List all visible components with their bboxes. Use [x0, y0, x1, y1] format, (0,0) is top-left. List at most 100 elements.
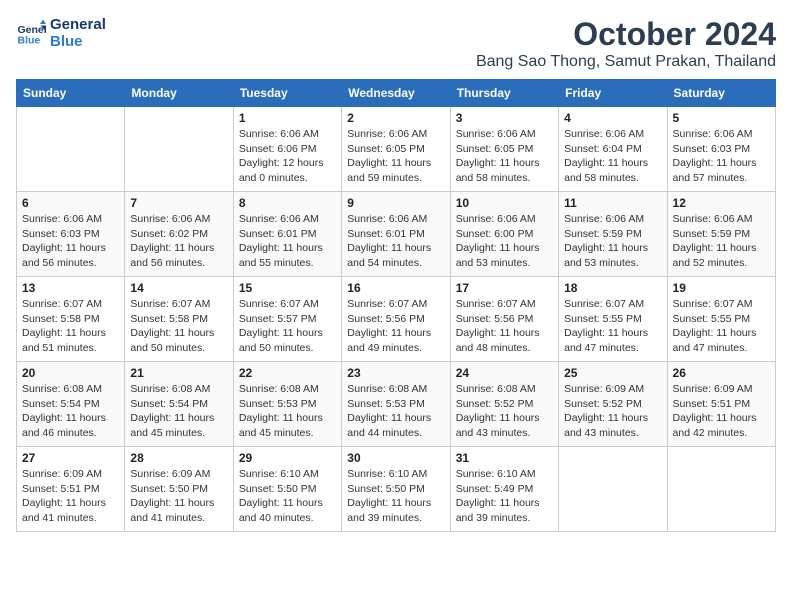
day-cell: 11Sunrise: 6:06 AM Sunset: 5:59 PM Dayli… — [559, 192, 667, 277]
day-cell: 14 Sunrise: 6:07 AM Sunset: 5:58 PM Dayli… — [125, 277, 233, 362]
day-info: Sunrise: 6:06 AM Sunset: 6:00 PM Dayligh… — [456, 212, 553, 271]
day-number: 7 — [130, 196, 227, 210]
col-header-thursday: Thursday — [450, 80, 558, 107]
week-row-2: 6 Sunrise: 6:06 AM Sunset: 6:03 PM Daylig… — [17, 192, 776, 277]
day-cell: 23Sunrise: 6:08 AM Sunset: 5:53 PM Dayli… — [342, 362, 450, 447]
day-info: Sunrise: 6:08 AM Sunset: 5:53 PM Dayligh… — [347, 382, 444, 441]
day-cell: 25 Sunrise: 6:09 AM Sunset: 5:52 PM Dayli… — [559, 362, 667, 447]
day-info: Sunrise: 6:09 AM Sunset: 5:51 PM Dayligh… — [673, 382, 770, 441]
title-block: October 2024 Bang Sao Thong, Samut Praka… — [476, 16, 776, 71]
day-cell: 6 Sunrise: 6:06 AM Sunset: 6:03 PM Daylig… — [17, 192, 125, 277]
calendar-table: SundayMondayTuesdayWednesdayThursdayFrid… — [16, 79, 776, 532]
month-title: October 2024 — [476, 16, 776, 53]
day-cell: 4 Sunrise: 6:06 AM Sunset: 6:04 PM Daylig… — [559, 107, 667, 192]
header: General Blue General Blue October 2024 B… — [16, 16, 776, 71]
day-info: Sunrise: 6:06 AM Sunset: 6:05 PM Dayligh… — [347, 127, 444, 186]
day-info: Sunrise: 6:06 AM Sunset: 6:04 PM Dayligh… — [564, 127, 661, 186]
day-number: 11 — [564, 196, 661, 210]
week-row-1: 1 Sunrise: 6:06 AM Sunset: 6:06 PM Daylig… — [17, 107, 776, 192]
day-cell — [559, 447, 667, 532]
day-cell: 12 Sunrise: 6:06 AM Sunset: 5:59 PM Dayli… — [667, 192, 775, 277]
day-info: Sunrise: 6:06 AM Sunset: 6:02 PM Dayligh… — [130, 212, 227, 271]
day-cell: 15 Sunrise: 6:07 AM Sunset: 5:57 PM Dayli… — [233, 277, 341, 362]
day-info: Sunrise: 6:06 AM Sunset: 6:06 PM Dayligh… — [239, 127, 336, 186]
col-header-friday: Friday — [559, 80, 667, 107]
day-number: 19 — [673, 281, 770, 295]
day-cell: 20 Sunrise: 6:08 AM Sunset: 5:54 PM Dayli… — [17, 362, 125, 447]
logo-icon: General Blue — [16, 18, 46, 48]
day-number: 9 — [347, 196, 444, 210]
day-info: Sunrise: 6:09 AM Sunset: 5:52 PM Dayligh… — [564, 382, 661, 441]
day-number: 20 — [22, 366, 119, 380]
logo-line1: General — [50, 16, 106, 33]
day-cell — [667, 447, 775, 532]
day-info: Sunrise: 6:08 AM Sunset: 5:52 PM Dayligh… — [456, 382, 553, 441]
day-number: 12 — [673, 196, 770, 210]
day-cell: 7 Sunrise: 6:06 AM Sunset: 6:02 PM Daylig… — [125, 192, 233, 277]
col-header-saturday: Saturday — [667, 80, 775, 107]
day-cell: 5 Sunrise: 6:06 AM Sunset: 6:03 PM Daylig… — [667, 107, 775, 192]
day-cell: 16 Sunrise: 6:07 AM Sunset: 5:56 PM Dayli… — [342, 277, 450, 362]
location-title: Bang Sao Thong, Samut Prakan, Thailand — [476, 53, 776, 71]
day-number: 15 — [239, 281, 336, 295]
week-row-4: 20 Sunrise: 6:08 AM Sunset: 5:54 PM Dayli… — [17, 362, 776, 447]
day-info: Sunrise: 6:07 AM Sunset: 5:57 PM Dayligh… — [239, 297, 336, 356]
day-info: Sunrise: 6:06 AM Sunset: 6:01 PM Dayligh… — [239, 212, 336, 271]
col-header-sunday: Sunday — [17, 80, 125, 107]
day-cell: 18 Sunrise: 6:07 AM Sunset: 5:55 PM Dayli… — [559, 277, 667, 362]
day-info: Sunrise: 6:07 AM Sunset: 5:55 PM Dayligh… — [564, 297, 661, 356]
col-header-monday: Monday — [125, 80, 233, 107]
day-info: Sunrise: 6:07 AM Sunset: 5:58 PM Dayligh… — [130, 297, 227, 356]
col-header-wednesday: Wednesday — [342, 80, 450, 107]
day-number: 8 — [239, 196, 336, 210]
logo-line2: Blue — [50, 33, 106, 50]
day-number: 29 — [239, 451, 336, 465]
day-number: 5 — [673, 111, 770, 125]
week-row-5: 27Sunrise: 6:09 AM Sunset: 5:51 PM Dayli… — [17, 447, 776, 532]
day-info: Sunrise: 6:07 AM Sunset: 5:56 PM Dayligh… — [347, 297, 444, 356]
day-cell — [17, 107, 125, 192]
day-number: 10 — [456, 196, 553, 210]
day-cell: 24 Sunrise: 6:08 AM Sunset: 5:52 PM Dayli… — [450, 362, 558, 447]
day-number: 14 — [130, 281, 227, 295]
day-cell: 3Sunrise: 6:06 AM Sunset: 6:05 PM Daylig… — [450, 107, 558, 192]
day-cell: 31 Sunrise: 6:10 AM Sunset: 5:49 PM Dayli… — [450, 447, 558, 532]
day-cell: 22Sunrise: 6:08 AM Sunset: 5:53 PM Dayli… — [233, 362, 341, 447]
svg-text:Blue: Blue — [18, 35, 41, 47]
day-cell: 29Sunrise: 6:10 AM Sunset: 5:50 PM Dayli… — [233, 447, 341, 532]
day-info: Sunrise: 6:07 AM Sunset: 5:58 PM Dayligh… — [22, 297, 119, 356]
day-number: 21 — [130, 366, 227, 380]
day-info: Sunrise: 6:08 AM Sunset: 5:54 PM Dayligh… — [130, 382, 227, 441]
day-cell: 28Sunrise: 6:09 AM Sunset: 5:50 PM Dayli… — [125, 447, 233, 532]
day-info: Sunrise: 6:10 AM Sunset: 5:49 PM Dayligh… — [456, 467, 553, 526]
day-number: 18 — [564, 281, 661, 295]
day-number: 1 — [239, 111, 336, 125]
day-number: 22 — [239, 366, 336, 380]
day-info: Sunrise: 6:06 AM Sunset: 6:03 PM Dayligh… — [22, 212, 119, 271]
day-info: Sunrise: 6:06 AM Sunset: 5:59 PM Dayligh… — [673, 212, 770, 271]
col-header-tuesday: Tuesday — [233, 80, 341, 107]
day-number: 26 — [673, 366, 770, 380]
day-cell: 10 Sunrise: 6:06 AM Sunset: 6:00 PM Dayli… — [450, 192, 558, 277]
day-number: 24 — [456, 366, 553, 380]
day-cell — [125, 107, 233, 192]
day-number: 30 — [347, 451, 444, 465]
day-number: 13 — [22, 281, 119, 295]
day-number: 4 — [564, 111, 661, 125]
day-number: 25 — [564, 366, 661, 380]
day-number: 3 — [456, 111, 553, 125]
day-number: 17 — [456, 281, 553, 295]
day-info: Sunrise: 6:08 AM Sunset: 5:54 PM Dayligh… — [22, 382, 119, 441]
header-row: SundayMondayTuesdayWednesdayThursdayFrid… — [17, 80, 776, 107]
day-cell: 13 Sunrise: 6:07 AM Sunset: 5:58 PM Dayli… — [17, 277, 125, 362]
day-number: 31 — [456, 451, 553, 465]
day-cell: 30 Sunrise: 6:10 AM Sunset: 5:50 PM Dayli… — [342, 447, 450, 532]
week-row-3: 13 Sunrise: 6:07 AM Sunset: 5:58 PM Dayli… — [17, 277, 776, 362]
logo: General Blue General Blue — [16, 16, 106, 50]
day-info: Sunrise: 6:10 AM Sunset: 5:50 PM Dayligh… — [347, 467, 444, 526]
day-number: 6 — [22, 196, 119, 210]
day-number: 16 — [347, 281, 444, 295]
day-cell: 9Sunrise: 6:06 AM Sunset: 6:01 PM Daylig… — [342, 192, 450, 277]
day-info: Sunrise: 6:06 AM Sunset: 6:03 PM Dayligh… — [673, 127, 770, 186]
day-cell: 1 Sunrise: 6:06 AM Sunset: 6:06 PM Daylig… — [233, 107, 341, 192]
